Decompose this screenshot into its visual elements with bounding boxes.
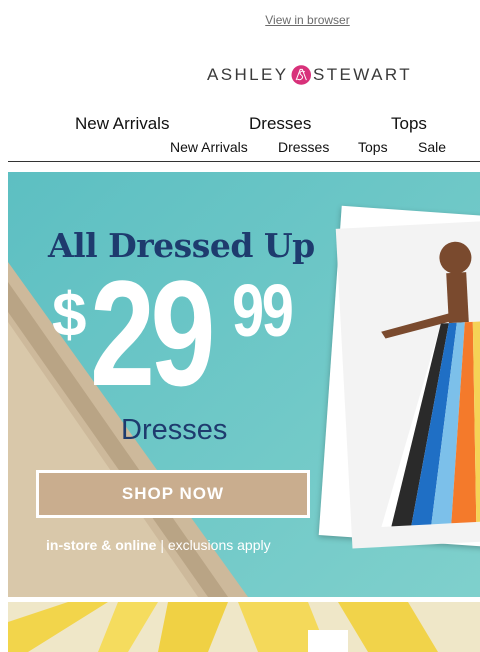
brand-name-right: STEWART — [313, 65, 412, 84]
subnav-new-arrivals[interactable]: New Arrivals — [170, 139, 248, 155]
price-whole: 29 — [90, 249, 215, 417]
primary-nav: New Arrivals Dresses Tops — [0, 114, 480, 136]
secondary-nav: New Arrivals Dresses Tops Sale — [0, 139, 480, 157]
nav-new-arrivals[interactable]: New Arrivals — [75, 114, 169, 134]
shop-now-button[interactable]: SHOP NOW — [36, 470, 310, 518]
hero-footnote: in-store & online | exclusions apply — [46, 537, 271, 553]
model-photo — [335, 219, 480, 549]
footnote-availability: in-store & online — [46, 537, 157, 553]
brand-logo[interactable]: ASHLEY STEWART — [207, 52, 412, 98]
nav-divider — [8, 161, 480, 162]
view-in-browser-link[interactable]: View in browser — [0, 13, 480, 27]
secondary-banner-image — [8, 602, 480, 652]
model-dress-illustration — [381, 241, 480, 527]
hero-banner[interactable]: All Dressed Up $ 29 99 Dresses SHOP NOW … — [8, 172, 480, 597]
nav-tops[interactable]: Tops — [391, 114, 427, 134]
price-currency: $ — [52, 281, 87, 350]
subnav-sale[interactable]: Sale — [418, 139, 446, 155]
brand-name-left: ASHLEY — [207, 65, 289, 84]
nav-dresses[interactable]: Dresses — [249, 114, 311, 134]
subnav-dresses[interactable]: Dresses — [278, 139, 329, 155]
price-cents: 99 — [232, 269, 294, 352]
subnav-tops[interactable]: Tops — [358, 139, 388, 155]
footnote-exclusions: | exclusions apply — [156, 537, 271, 553]
brand-monogram-icon — [291, 65, 311, 85]
hero-subhead: Dresses — [121, 414, 228, 446]
secondary-banner[interactable] — [8, 602, 480, 652]
